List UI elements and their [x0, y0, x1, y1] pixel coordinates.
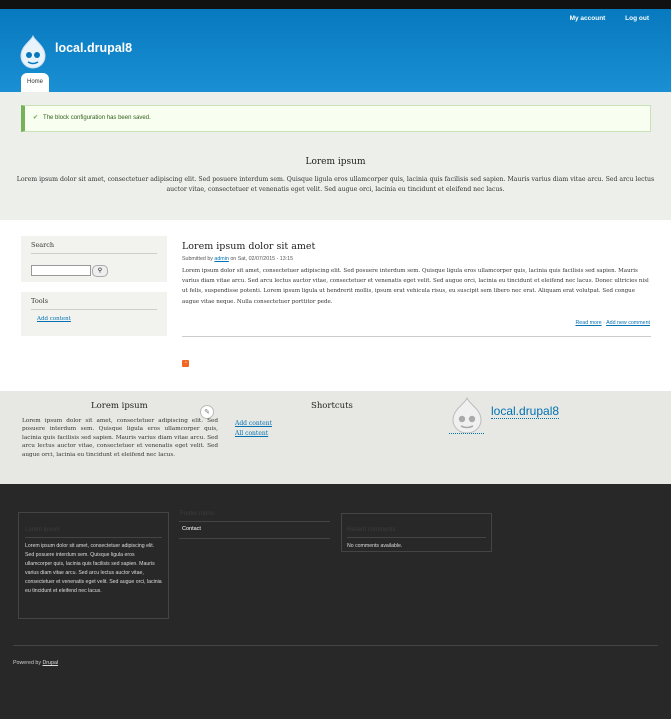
recent-comments-body: No comments available.	[347, 543, 403, 549]
shortcuts-title: Shortcuts	[311, 401, 353, 411]
shortcut-all-content[interactable]: All content	[235, 429, 272, 439]
shortcut-links: Add content All content	[235, 419, 272, 439]
footer-lorem-block: Lorem ipsum Lorem ipsum dolor sit amet, …	[18, 512, 169, 619]
search-input[interactable]	[31, 265, 91, 276]
secondary-menu: My account Log out	[552, 15, 649, 22]
check-icon: ✔	[33, 115, 39, 121]
tab-home[interactable]: Home	[21, 73, 49, 92]
site-header: My account Log out local.drupal8 Home	[0, 9, 671, 92]
author-link[interactable]: admin	[214, 256, 228, 262]
featured-body: Lorem ipsum dolor sit amet, consectetuer…	[16, 176, 655, 193]
triptych-first-body: Lorem ipsum dolor sit amet, consectetuer…	[22, 418, 218, 458]
drupal-drop-icon[interactable]	[450, 397, 484, 433]
recent-comments-block: Recent comments No comments available.	[341, 513, 492, 552]
article-title[interactable]: Lorem ipsum dolor sit amet	[182, 241, 315, 252]
featured-title: Lorem ipsum	[305, 157, 366, 167]
log-out-link[interactable]: Log out	[625, 15, 649, 22]
article-divider	[182, 336, 651, 337]
read-more-link[interactable]: Read more	[575, 320, 601, 326]
footer-menu-title: Footer menu	[179, 511, 330, 522]
powered-prefix: Powered by	[13, 660, 41, 666]
search-block: Search ⚲	[21, 236, 167, 282]
triptych-first-title: Lorem ipsum	[91, 401, 148, 411]
footer-divider	[13, 645, 658, 646]
drupal-link[interactable]: Drupal	[42, 660, 58, 666]
add-comment-link[interactable]: Add new comment	[606, 320, 650, 326]
article-submitted: Submitted by admin on Sat, 02/07/2015 - …	[182, 256, 293, 262]
footer-lorem-body: Lorem ipsum dolor sit amet, consectetuer…	[25, 543, 162, 594]
shortcut-add-content[interactable]: Add content	[235, 419, 272, 429]
submitted-prefix: Submitted by	[182, 256, 213, 262]
footer-menu-block: Footer menu Contact	[179, 511, 330, 539]
article-body: Lorem ipsum dolor sit amet, consectetuer…	[182, 268, 649, 305]
logo-link-underline	[449, 433, 484, 434]
site-name[interactable]: local.drupal8	[55, 41, 132, 55]
add-content-link[interactable]: Add content	[37, 316, 71, 322]
search-block-title: Search	[31, 241, 157, 254]
footer-menu-contact[interactable]: Contact	[179, 526, 330, 539]
drupal-drop-icon[interactable]	[18, 35, 48, 69]
powered-by: Powered by Drupal	[13, 660, 58, 666]
search-icon: ⚲	[97, 266, 103, 274]
tools-menu: Add content	[31, 316, 157, 322]
search-button[interactable]: ⚲	[92, 264, 108, 277]
footer-lorem-title: Lorem ipsum	[25, 527, 162, 538]
rss-feed-icon[interactable]: ◔	[182, 360, 189, 367]
status-message: ✔ The block configuration has been saved.	[21, 105, 651, 132]
tools-block: Tools Add content	[21, 292, 167, 336]
top-bar	[0, 0, 671, 9]
status-text: The block configuration has been saved.	[43, 115, 151, 121]
submitted-date: on Sat, 02/07/2015 - 13:15	[230, 256, 294, 262]
tools-block-title: Tools	[31, 297, 157, 310]
my-account-link[interactable]: My account	[570, 15, 606, 22]
recent-comments-title: Recent comments	[347, 527, 486, 538]
triptych-site-name[interactable]: local.drupal8	[491, 404, 560, 419]
article-links: Read more · Add new comment	[575, 320, 650, 326]
